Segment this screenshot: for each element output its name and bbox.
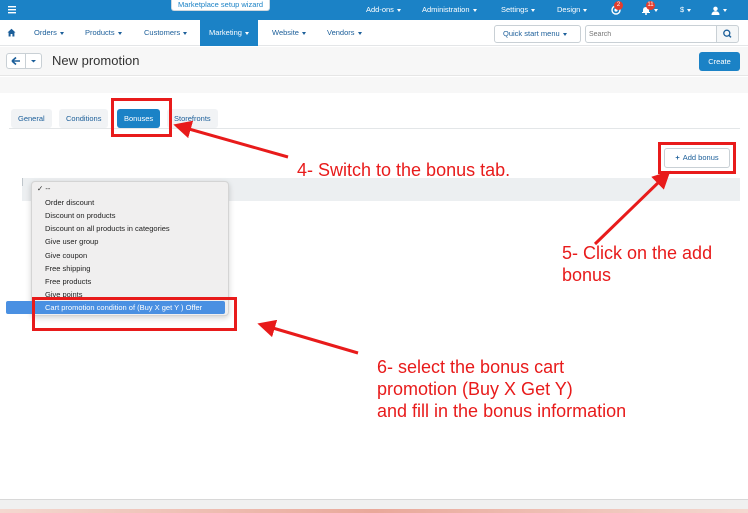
annotation-step5-line1: 5- Click on the add — [562, 243, 713, 263]
annotation-step6-line2: promotion (Buy X Get Y) — [377, 379, 573, 399]
annotation-step6-line3: and fill in the bonus information — [377, 401, 627, 421]
annotation-step6-line1: 6- select the bonus cart — [377, 357, 565, 377]
arrow-to-tab — [173, 120, 289, 159]
arrow-to-option — [257, 319, 359, 355]
arrow-to-add-bonus — [593, 170, 671, 246]
annotation-step4: 4- Switch to the bonus tab. — [297, 160, 511, 180]
annotation-step5-line2: bonus — [562, 265, 612, 285]
app-window: Marketplace setup wizard Add-ons Adminis… — [0, 0, 748, 513]
bottom-bar — [0, 499, 748, 513]
bottom-accent — [0, 509, 748, 513]
